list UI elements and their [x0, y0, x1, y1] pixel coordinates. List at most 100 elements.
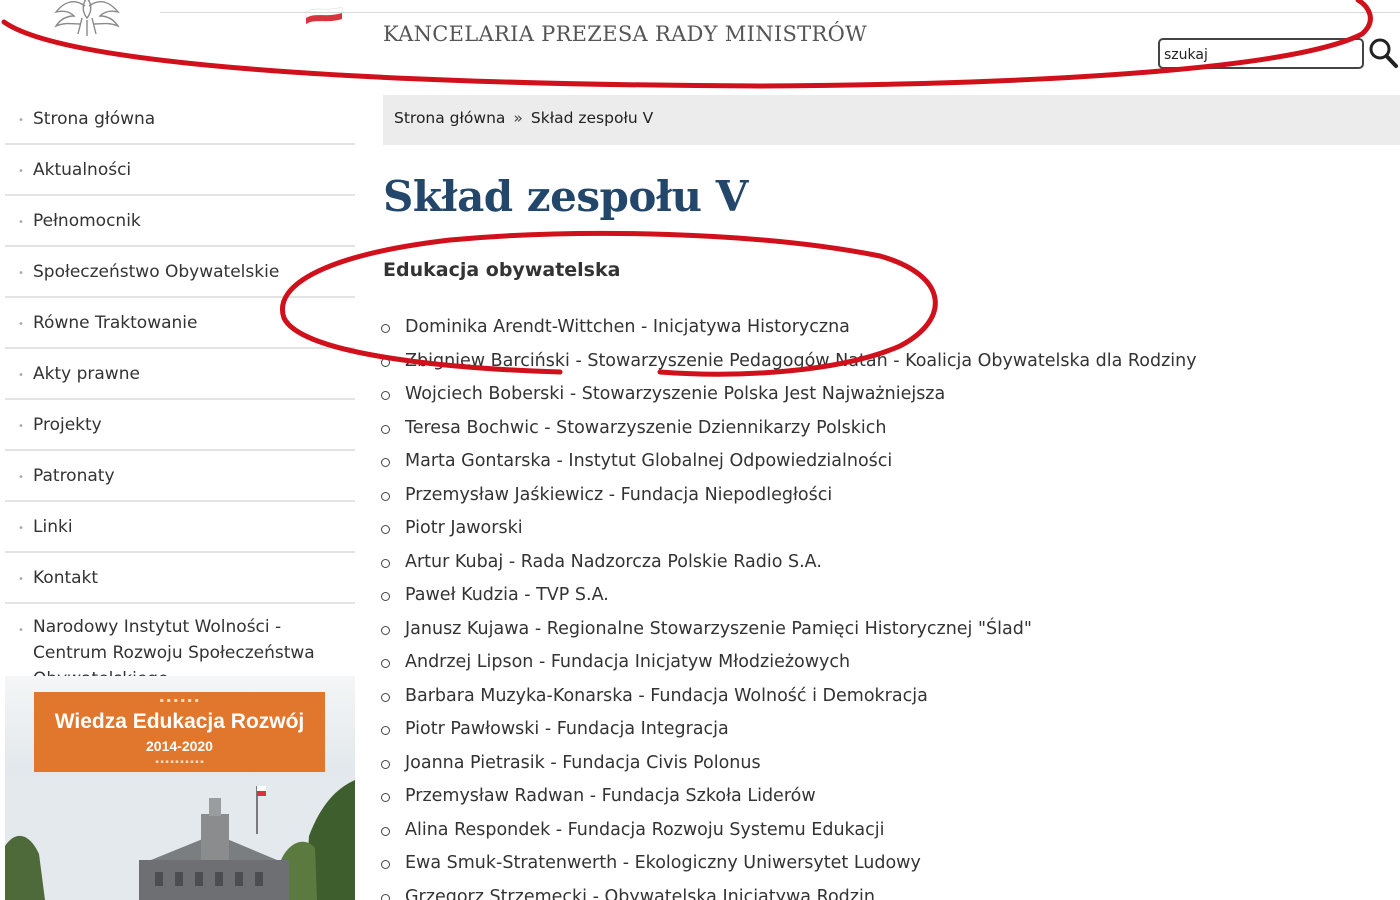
sidebar-item-projekty[interactable]: • Projekty — [5, 400, 355, 451]
breadcrumb-separator: » — [513, 109, 523, 127]
bullet-icon: • — [18, 166, 24, 177]
list-item: Artur Kubaj - Rada Nadzorcza Polskie Rad… — [381, 546, 1381, 580]
sidebar-item-pelnomocnik[interactable]: • Pełnomocnik — [5, 196, 355, 247]
bullet-icon: • — [18, 115, 24, 126]
breadcrumb-home-link[interactable]: Strona główna — [394, 109, 505, 127]
ring-bullet-icon — [381, 860, 390, 869]
bullet-icon: • — [18, 217, 24, 228]
ring-bullet-icon — [381, 726, 390, 735]
member-text: Marta Gontarska - Instytut Globalnej Odp… — [405, 451, 893, 471]
member-text: Artur Kubaj - Rada Nadzorcza Polskie Rad… — [405, 551, 822, 572]
member-text: Alina Respondek - Fundacja Rozwoju Syste… — [405, 819, 885, 840]
sidebar-item-label: Społeczeństwo Obywatelskie — [33, 262, 280, 282]
member-text: Przemysław Jaśkiewicz - Fundacja Niepodl… — [405, 484, 833, 505]
member-text: Paweł Kudzia - TVP S.A. — [405, 585, 609, 605]
ring-bullet-icon — [381, 525, 390, 534]
polish-flag-icon — [305, 6, 343, 24]
sidebar-item-label: Kontakt — [33, 568, 99, 588]
sidebar-item-label: Aktualności — [33, 160, 132, 180]
list-item: Dominika Arendt-Wittchen - Inicjatywa Hi… — [381, 311, 1381, 345]
promo-years: 2014-2020 — [146, 738, 213, 754]
list-item: Ewa Smuk-Stratenwerth - Ekologiczny Uniw… — [381, 847, 1381, 881]
sidebar-item-label: Strona główna — [33, 109, 156, 129]
member-text: Grzegorz Strzemecki - Obywatelska Inicja… — [405, 886, 875, 900]
ring-bullet-icon — [381, 391, 390, 400]
promo-footnote: ▪ ▪ ▪ ▪ ▪ ▪ ▪ ▪ ▪ ▪ — [155, 759, 204, 765]
promo-banner-wiedza-edukacja-rozwoj[interactable]: ▪ ▪ ▪ ▪ ▪ ▪ Wiedza Edukacja Rozwój 2014-… — [5, 676, 355, 900]
member-text: Wojciech Boberski - Stowarzyszenie Polsk… — [405, 384, 946, 404]
sidebar-item-rowne-traktowanie[interactable]: • Równe Traktowanie — [5, 298, 355, 349]
ring-bullet-icon — [381, 826, 390, 836]
member-text: Dominika Arendt-Wittchen - Inicjatywa Hi… — [405, 317, 850, 337]
member-text: Przemysław Radwan - Fundacja Szkoła Lide… — [405, 786, 816, 806]
organization-name[interactable]: KANCELARIA PREZESA RADY MINISTRÓW — [383, 22, 867, 46]
list-item: Paweł Kudzia - TVP S.A. — [381, 579, 1381, 613]
list-item: Piotr Pawłowski - Fundacja Integracja — [381, 713, 1381, 747]
sidebar-item-label: Linki — [33, 517, 73, 537]
list-item: Teresa Bochwic - Stowarzyszenie Dziennik… — [381, 412, 1381, 446]
ring-bullet-icon — [381, 592, 390, 601]
ring-bullet-icon — [381, 759, 390, 769]
member-text: Piotr Pawłowski - Fundacja Integracja — [405, 719, 729, 739]
ring-bullet-icon — [381, 692, 390, 702]
ring-bullet-icon — [381, 357, 390, 367]
sidebar-item-strona-glowna[interactable]: • Strona główna — [5, 94, 355, 145]
ring-bullet-icon — [381, 458, 390, 467]
promo-orange-box: ▪ ▪ ▪ ▪ ▪ ▪ Wiedza Edukacja Rozwój 2014-… — [34, 692, 325, 772]
member-text: Zbigniew Barciński - Stowarzyszenie Peda… — [405, 350, 1197, 371]
ring-bullet-icon — [381, 625, 390, 635]
bullet-icon: • — [18, 421, 24, 432]
sidebar-item-label: Pełnomocnik — [33, 211, 141, 231]
sidebar-item-akty-prawne[interactable]: • Akty prawne — [5, 349, 355, 400]
ring-bullet-icon — [381, 558, 390, 568]
sidebar-item-linki[interactable]: • Linki — [5, 502, 355, 553]
member-text: Piotr Jaworski — [405, 518, 523, 538]
search-input[interactable] — [1158, 38, 1364, 69]
promo-title: Wiedza Edukacja Rozwój — [54, 710, 305, 733]
breadcrumb-current: Skład zespołu V — [530, 109, 654, 127]
member-text: Janusz Kujawa - Regionalne Stowarzyszeni… — [405, 618, 1032, 639]
sidebar-item-label: Akty prawne — [33, 364, 140, 384]
list-item: Grzegorz Strzemecki - Obywatelska Inicja… — [381, 881, 1381, 900]
member-text: Ewa Smuk-Stratenwerth - Ekologiczny Uniw… — [405, 853, 921, 873]
member-text: Barbara Muzyka-Konarska - Fundacja Wolno… — [405, 685, 928, 706]
polish-eagle-icon[interactable] — [52, 0, 122, 38]
bullet-icon: • — [18, 625, 24, 636]
sidebar-item-label: Równe Traktowanie — [33, 313, 198, 333]
member-text: Andrzej Lipson - Fundacja Inicjatyw Młod… — [405, 652, 851, 672]
list-item: Alina Respondek - Fundacja Rozwoju Syste… — [381, 814, 1381, 848]
list-item: Piotr Jaworski — [381, 512, 1381, 546]
bullet-icon: • — [18, 370, 24, 381]
member-text: Joanna Pietrasik - Fundacja Civis Polonu… — [405, 752, 761, 773]
list-item: Joanna Pietrasik - Fundacja Civis Polonu… — [381, 747, 1381, 781]
list-item: Barbara Muzyka-Konarska - Fundacja Wolno… — [381, 680, 1381, 714]
list-item: Marta Gontarska - Instytut Globalnej Odp… — [381, 445, 1381, 479]
search-icon[interactable] — [1368, 36, 1400, 70]
ring-bullet-icon — [381, 424, 390, 434]
building-photo — [5, 776, 355, 900]
list-item: Andrzej Lipson - Fundacja Inicjatyw Młod… — [381, 646, 1381, 680]
member-text: Teresa Bochwic - Stowarzyszenie Dziennik… — [405, 417, 887, 438]
ring-bullet-icon — [381, 793, 390, 802]
page-title: Skład zespołu V — [383, 172, 748, 221]
sidebar-item-spoleczenstwo-obywatelskie[interactable]: • Społeczeństwo Obywatelskie — [5, 247, 355, 298]
sidebar-item-kontakt[interactable]: • Kontakt — [5, 553, 355, 604]
members-list: Dominika Arendt-Wittchen - Inicjatywa Hi… — [381, 311, 1381, 900]
sidebar-nav: • Strona główna • Aktualności • Pełnomoc… — [5, 94, 355, 702]
sidebar-item-label: Projekty — [33, 415, 102, 435]
section-title: Edukacja obywatelska — [383, 259, 621, 281]
ring-bullet-icon — [381, 893, 390, 900]
ring-bullet-icon — [381, 491, 390, 501]
bullet-icon: • — [18, 523, 24, 534]
sidebar-item-patronaty[interactable]: • Patronaty — [5, 451, 355, 502]
site-header: KANCELARIA PREZESA RADY MINISTRÓW — [0, 0, 1400, 90]
promo-small-print: ▪ ▪ ▪ ▪ ▪ ▪ — [159, 697, 200, 704]
sidebar-item-aktualnosci[interactable]: • Aktualności — [5, 145, 355, 196]
list-item: Zbigniew Barciński - Stowarzyszenie Peda… — [381, 345, 1381, 379]
list-item: Wojciech Boberski - Stowarzyszenie Polsk… — [381, 378, 1381, 412]
list-item: Janusz Kujawa - Regionalne Stowarzyszeni… — [381, 613, 1381, 647]
bullet-icon: • — [18, 574, 24, 585]
list-item: Przemysław Radwan - Fundacja Szkoła Lide… — [381, 780, 1381, 814]
list-item: Przemysław Jaśkiewicz - Fundacja Niepodl… — [381, 479, 1381, 513]
header-divider — [160, 12, 1400, 13]
